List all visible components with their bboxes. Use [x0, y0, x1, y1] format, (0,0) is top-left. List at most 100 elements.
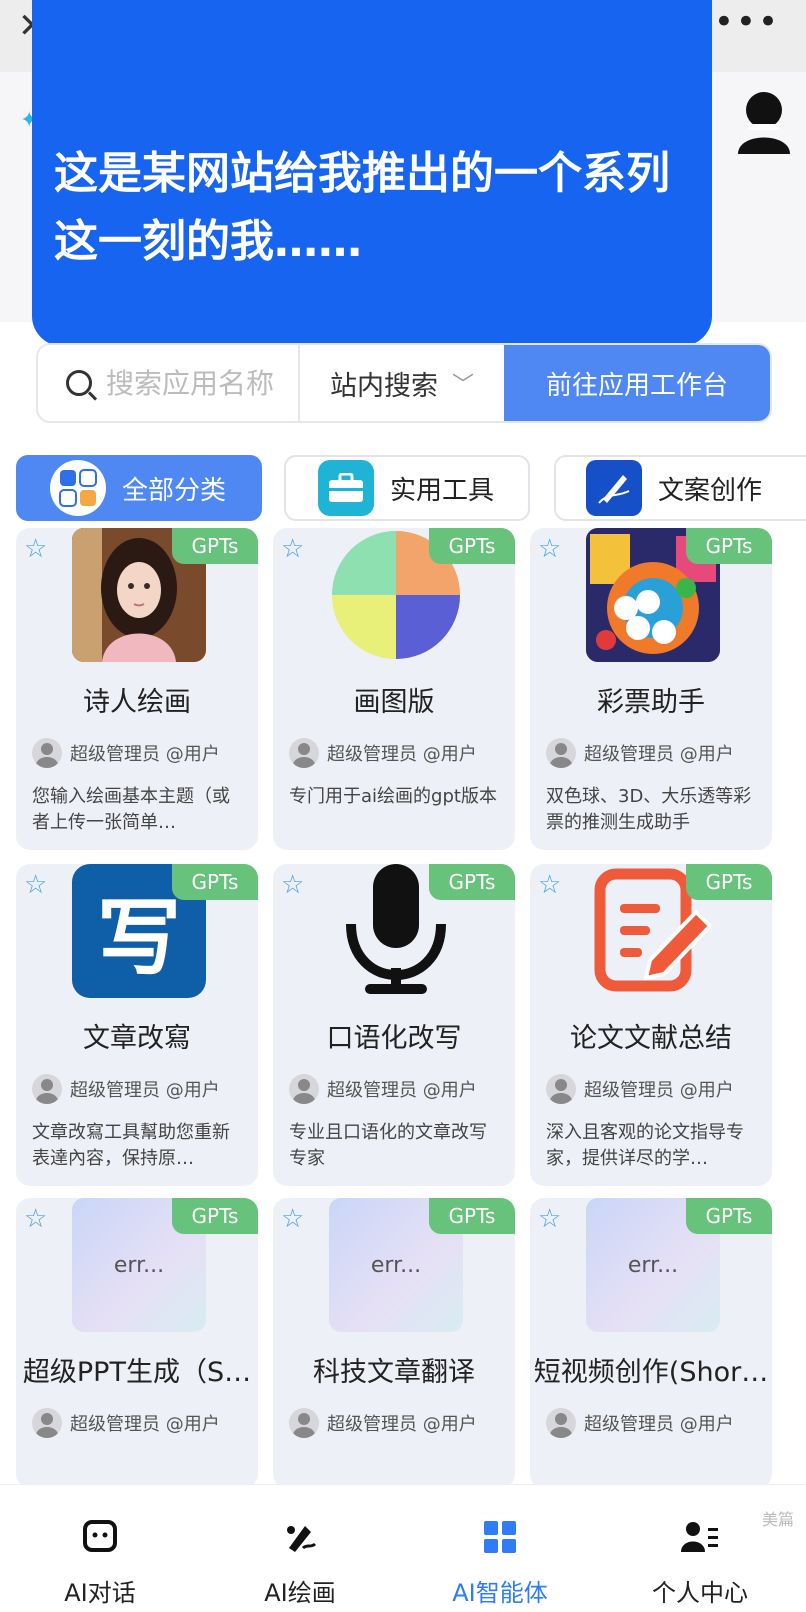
gpts-badge: GPTs [172, 528, 258, 564]
search-scope-select[interactable]: 站内搜索 ﹀ [300, 345, 504, 421]
favorite-star-icon[interactable]: ☆ [24, 1204, 47, 1234]
search-icon [66, 370, 92, 396]
app-card[interactable]: ☆ GPTs 诗人绘画 超级管理员 @用户 您输入绘画基本主题（或者上传一张简单… [16, 528, 258, 850]
search-field[interactable] [38, 345, 300, 421]
app-card[interactable]: err... ☆ GPTs 短视频创作(Shor… 超级管理员 @用户 [530, 1198, 772, 1488]
chevron-down-icon: ﹀ [451, 373, 474, 398]
author-info: 超级管理员 @用户 [546, 738, 734, 768]
app-card[interactable]: err... ☆ GPTs 超级PPT生成（S… 超级管理员 @用户 [16, 1198, 258, 1488]
author-info: 超级管理员 @用户 [546, 1408, 734, 1438]
nav-label: AI对话 [64, 1579, 136, 1607]
search-bar: 站内搜索 ﹀ 前往应用工作台 [36, 343, 772, 423]
author-handle: @用户 [165, 1414, 220, 1435]
brush-icon [200, 1509, 400, 1565]
author-handle: @用户 [679, 744, 734, 765]
author-avatar [289, 1074, 319, 1104]
category-label: 实用工具 [390, 475, 495, 506]
go-workspace-button[interactable]: 前往应用工作台 [504, 345, 770, 421]
app-card[interactable]: ☆ GPTs 论文文献总结 超级管理员 @用户 深入且客观的论文指导专家，提供详… [530, 864, 772, 1186]
author-handle: @用户 [165, 1080, 220, 1101]
app-title: 口语化改写 [326, 1023, 462, 1054]
favorite-star-icon[interactable]: ☆ [538, 1204, 561, 1234]
favorite-star-icon[interactable]: ☆ [281, 534, 304, 564]
author-info: 超级管理员 @用户 [546, 1074, 734, 1104]
nav-ai-chat[interactable]: AI对话 [0, 1485, 200, 1612]
more-icon[interactable]: ••• [714, 2, 780, 42]
app-description: 专业且口语化的文章改写专家 [289, 1122, 487, 1169]
apps-icon [400, 1509, 600, 1565]
author-handle: @用户 [422, 1414, 477, 1435]
nav-profile[interactable]: 个人中心 [600, 1485, 800, 1612]
author-avatar [546, 1408, 576, 1438]
category-tab-tools[interactable]: 实用工具 [284, 455, 530, 521]
category-label: 文案创作 [658, 475, 763, 506]
overlay-text: 这是某网站给我推出的一个系列这一刻的我…… [54, 148, 670, 267]
author-avatar [289, 1408, 319, 1438]
app-title: 科技文章翻译 [313, 1357, 475, 1388]
author-name: 超级管理员 [584, 1080, 674, 1101]
favorite-star-icon[interactable]: ☆ [24, 534, 47, 564]
author-handle: @用户 [679, 1080, 734, 1101]
gpts-badge: GPTs [686, 864, 772, 900]
author-info: 超级管理员 @用户 [32, 1074, 220, 1104]
nav-label: AI智能体 [452, 1579, 548, 1607]
author-info: 超级管理员 @用户 [32, 1408, 220, 1438]
favorite-star-icon[interactable]: ☆ [281, 1204, 304, 1234]
author-name: 超级管理员 [70, 1414, 160, 1435]
author-handle: @用户 [422, 1080, 477, 1101]
app-card[interactable]: ☆ GPTs 画图版 超级管理员 @用户 专门用于ai绘画的gpt版本 [273, 528, 515, 850]
app-description: 深入且客观的论文指导专家，提供详尽的学… [546, 1122, 744, 1169]
gpts-badge: GPTs [686, 528, 772, 564]
nav-label: 个人中心 [652, 1579, 748, 1607]
app-description: 您输入绘画基本主题（或者上传一张简单… [32, 786, 230, 833]
favorite-star-icon[interactable]: ☆ [24, 870, 47, 900]
user-avatar-icon[interactable] [734, 88, 794, 154]
bottom-navigation: AI对话 AI绘画 AI智能体 个人中心 [0, 1484, 806, 1612]
author-name: 超级管理员 [584, 744, 674, 765]
nav-ai-agents[interactable]: AI智能体 [400, 1485, 600, 1612]
author-info: 超级管理员 @用户 [32, 738, 220, 768]
author-avatar [289, 738, 319, 768]
gpts-badge: GPTs [429, 864, 515, 900]
app-card[interactable]: err... ☆ GPTs 科技文章翻译 超级管理员 @用户 [273, 1198, 515, 1488]
search-scope-label: 站内搜索 [329, 370, 438, 402]
author-avatar [32, 738, 62, 768]
category-tab-all[interactable]: 全部分类 [16, 455, 262, 521]
favorite-star-icon[interactable]: ☆ [281, 870, 304, 900]
author-info: 超级管理员 @用户 [289, 738, 477, 768]
app-title: 彩票助手 [597, 687, 705, 718]
favorite-star-icon[interactable]: ☆ [538, 534, 561, 564]
app-description: 文章改寫工具幫助您重新表達內容，保持原… [32, 1122, 230, 1169]
app-description: 双色球、3D、大乐透等彩票的推测生成助手 [546, 786, 752, 833]
author-name: 超级管理员 [584, 1414, 674, 1435]
author-name: 超级管理员 [327, 1080, 417, 1101]
nav-ai-drawing[interactable]: AI绘画 [200, 1485, 400, 1612]
author-handle: @用户 [422, 744, 477, 765]
author-avatar [546, 1074, 576, 1104]
grid-icon [50, 460, 106, 516]
app-description: 专门用于ai绘画的gpt版本 [289, 786, 497, 807]
app-title: 画图版 [353, 687, 435, 718]
nav-label: AI绘画 [264, 1579, 336, 1607]
app-title: 超级PPT生成（S… [22, 1357, 252, 1388]
favorite-star-icon[interactable]: ☆ [538, 870, 561, 900]
author-avatar [32, 1074, 62, 1104]
category-tab-copywriting[interactable]: 文案创作 [554, 455, 806, 521]
author-info: 超级管理员 @用户 [289, 1408, 477, 1438]
app-title: 论文文献总结 [570, 1023, 732, 1054]
gpts-badge: GPTs [429, 528, 515, 564]
category-tabs: 全部分类 实用工具 文案创作 [16, 455, 806, 521]
search-input[interactable] [106, 366, 276, 400]
app-title: 短视频创作(Shor… [533, 1357, 769, 1388]
author-handle: @用户 [679, 1414, 734, 1435]
app-card[interactable]: ☆ GPTs 彩票助手 超级管理员 @用户 双色球、3D、大乐透等彩票的推测生成… [530, 528, 772, 850]
author-avatar [546, 738, 576, 768]
app-card[interactable]: ☆ GPTs 口语化改写 超级管理员 @用户 专业且口语化的文章改写专家 [273, 864, 515, 1186]
write-logo-glyph: 写 [96, 888, 181, 987]
gpts-badge: GPTs [172, 864, 258, 900]
author-name: 超级管理员 [327, 744, 417, 765]
app-card[interactable]: 写 ☆ GPTs 文章改寫 超级管理员 @用户 文章改寫工具幫助您重新表達內容，… [16, 864, 258, 1186]
author-handle: @用户 [165, 744, 220, 765]
pen-icon [586, 460, 642, 516]
gpts-badge: GPTs [429, 1198, 515, 1234]
